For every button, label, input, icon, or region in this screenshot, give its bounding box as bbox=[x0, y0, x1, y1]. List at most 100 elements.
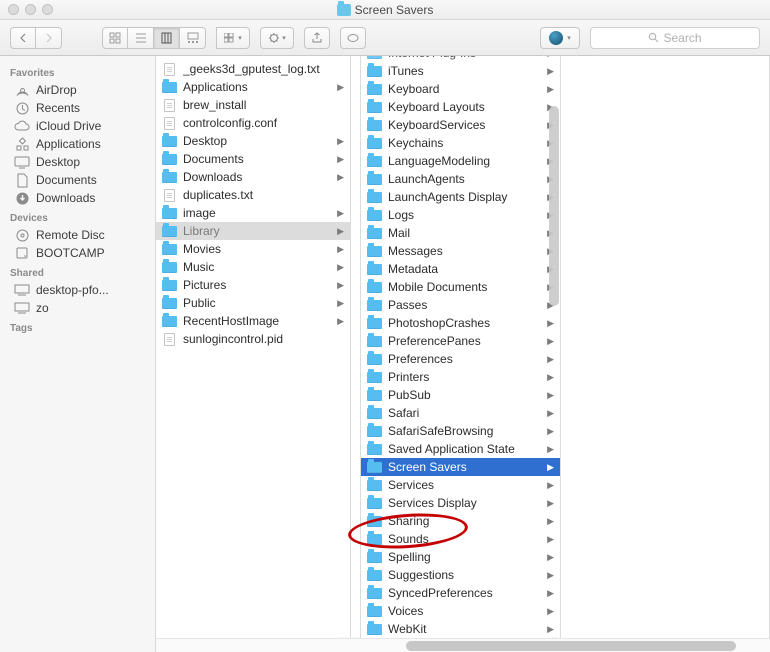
list-item[interactable]: PubSub▶ bbox=[361, 386, 560, 404]
file-icon bbox=[162, 99, 177, 112]
list-item[interactable]: LaunchAgents Display▶ bbox=[361, 188, 560, 206]
gallery-view-button[interactable] bbox=[180, 27, 206, 49]
list-item[interactable]: Downloads▶ bbox=[156, 168, 350, 186]
list-item[interactable]: image▶ bbox=[156, 204, 350, 222]
folder-icon bbox=[367, 299, 382, 312]
list-item[interactable]: SyncedPreferences▶ bbox=[361, 584, 560, 602]
folder-icon bbox=[367, 497, 382, 510]
file-icon bbox=[162, 333, 177, 346]
list-item[interactable]: RecentHostImage▶ bbox=[156, 312, 350, 330]
list-item[interactable]: Messages▶ bbox=[361, 242, 560, 260]
folder-icon bbox=[367, 155, 382, 168]
list-item[interactable]: Services▶ bbox=[361, 476, 560, 494]
chevron-right-icon: ▶ bbox=[337, 172, 346, 183]
list-item[interactable]: Voices▶ bbox=[361, 602, 560, 620]
chevron-right-icon: ▶ bbox=[547, 56, 556, 59]
horizontal-scrollbar[interactable] bbox=[156, 638, 770, 652]
group-button[interactable]: ▾ bbox=[216, 27, 250, 49]
list-item[interactable]: Passes▶ bbox=[361, 296, 560, 314]
sidebar-item[interactable]: Remote Disc bbox=[0, 226, 155, 244]
forward-button[interactable] bbox=[36, 27, 62, 49]
list-item[interactable]: Services Display▶ bbox=[361, 494, 560, 512]
vertical-scrollbar[interactable] bbox=[549, 106, 559, 306]
column-1[interactable]: _geeks3d_gputest_log.txtApplications▶bre… bbox=[156, 56, 351, 652]
sidebar-item[interactable]: desktop-pfo... bbox=[0, 281, 155, 299]
list-item[interactable]: Suggestions▶ bbox=[361, 566, 560, 584]
list-item[interactable]: sunlogincontrol.pid bbox=[156, 330, 350, 348]
list-item[interactable]: Preferences▶ bbox=[361, 350, 560, 368]
folder-icon bbox=[162, 261, 177, 274]
list-item[interactable]: PreferencePanes▶ bbox=[361, 332, 560, 350]
quick-look-dropdown[interactable]: ▾ bbox=[540, 27, 580, 49]
sidebar-item[interactable]: iCloud Drive bbox=[0, 117, 155, 135]
list-item[interactable]: Logs▶ bbox=[361, 206, 560, 224]
sidebar-item[interactable]: Recents bbox=[0, 99, 155, 117]
list-item[interactable]: PhotoshopCrashes▶ bbox=[361, 314, 560, 332]
list-item-selected[interactable]: Screen Savers▶ bbox=[361, 458, 560, 476]
list-item-selected[interactable]: Library▶ bbox=[156, 222, 350, 240]
list-item[interactable]: brew_install bbox=[156, 96, 350, 114]
list-item[interactable]: Mobile Documents▶ bbox=[361, 278, 560, 296]
list-item[interactable]: Desktop▶ bbox=[156, 132, 350, 150]
list-item[interactable]: Music▶ bbox=[156, 258, 350, 276]
list-item[interactable]: Sharing▶ bbox=[361, 512, 560, 530]
column-4[interactable] bbox=[561, 56, 770, 652]
list-item[interactable]: Spelling▶ bbox=[361, 548, 560, 566]
list-item[interactable]: Documents▶ bbox=[156, 150, 350, 168]
list-item[interactable]: Keyboard Layouts▶ bbox=[361, 98, 560, 116]
sidebar-item[interactable]: AirDrop bbox=[0, 81, 155, 99]
sidebar-item[interactable]: Applications bbox=[0, 135, 155, 153]
list-item[interactable]: KeyboardServices▶ bbox=[361, 116, 560, 134]
list-item[interactable]: Sounds▶ bbox=[361, 530, 560, 548]
list-item[interactable]: Mail▶ bbox=[361, 224, 560, 242]
list-item[interactable]: LaunchAgents▶ bbox=[361, 170, 560, 188]
sidebar-item[interactable]: Desktop bbox=[0, 153, 155, 171]
chevron-right-icon: ▶ bbox=[547, 354, 556, 365]
list-item-label: Music bbox=[183, 260, 331, 274]
list-view-button[interactable] bbox=[128, 27, 154, 49]
list-item[interactable]: Keychains▶ bbox=[361, 134, 560, 152]
list-item[interactable]: LanguageModeling▶ bbox=[361, 152, 560, 170]
back-button[interactable] bbox=[10, 27, 36, 49]
chevron-right-icon: ▶ bbox=[547, 426, 556, 437]
list-item[interactable]: Pictures▶ bbox=[156, 276, 350, 294]
sidebar-item-label: Applications bbox=[36, 137, 101, 151]
sidebar-item[interactable]: BOOTCAMP bbox=[0, 244, 155, 262]
tags-button[interactable] bbox=[340, 27, 366, 49]
list-item[interactable]: Safari▶ bbox=[361, 404, 560, 422]
list-item[interactable]: Printers▶ bbox=[361, 368, 560, 386]
toolbar: ▾ ▾ ▾ Search bbox=[0, 20, 770, 56]
list-item[interactable]: Saved Application State▶ bbox=[361, 440, 560, 458]
sidebar-item-label: AirDrop bbox=[36, 83, 77, 97]
list-item[interactable]: Movies▶ bbox=[156, 240, 350, 258]
column-3[interactable]: Internet Plug-Ins▶iTunes▶Keyboard▶Keyboa… bbox=[361, 56, 561, 652]
chevron-right-icon: ▶ bbox=[547, 318, 556, 329]
action-button[interactable]: ▾ bbox=[260, 27, 294, 49]
sidebar-item[interactable]: Documents bbox=[0, 171, 155, 189]
list-item[interactable]: iTunes▶ bbox=[361, 62, 560, 80]
list-item[interactable]: _geeks3d_gputest_log.txt bbox=[156, 60, 350, 78]
chevron-right-icon: ▶ bbox=[547, 606, 556, 617]
list-item[interactable]: Applications▶ bbox=[156, 78, 350, 96]
list-item[interactable]: Public▶ bbox=[156, 294, 350, 312]
list-item[interactable]: duplicates.txt bbox=[156, 186, 350, 204]
share-button[interactable] bbox=[304, 27, 330, 49]
view-mode-buttons bbox=[102, 27, 206, 49]
chevron-right-icon: ▶ bbox=[547, 624, 556, 635]
list-item[interactable]: WebKit▶ bbox=[361, 620, 560, 638]
icon-view-button[interactable] bbox=[102, 27, 128, 49]
folder-icon bbox=[367, 623, 382, 636]
column-view-button[interactable] bbox=[154, 27, 180, 49]
search-field[interactable]: Search bbox=[590, 27, 760, 49]
list-item[interactable]: Keyboard▶ bbox=[361, 80, 560, 98]
sidebar-item[interactable]: Downloads bbox=[0, 189, 155, 207]
scrollbar-thumb[interactable] bbox=[406, 641, 736, 651]
sidebar: Favorites AirDropRecentsiCloud DriveAppl… bbox=[0, 56, 156, 652]
sidebar-item[interactable]: zo bbox=[0, 299, 155, 317]
list-item[interactable]: controlconfig.conf bbox=[156, 114, 350, 132]
sidebar-devices-header: Devices bbox=[0, 207, 155, 226]
list-item[interactable]: Metadata▶ bbox=[361, 260, 560, 278]
computer-icon bbox=[14, 283, 30, 297]
list-item[interactable]: SafariSafeBrowsing ▶ bbox=[361, 422, 560, 440]
list-item-label: SafariSafeBrowsing bbox=[388, 424, 541, 438]
